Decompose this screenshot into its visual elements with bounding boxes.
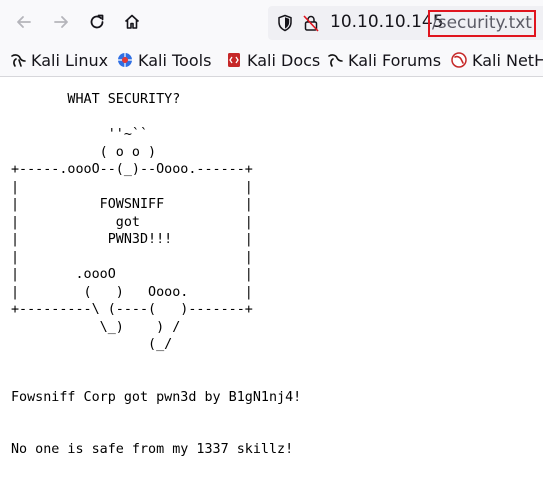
page-content: WHAT SECURITY? ''~`` ( o o ) +-----.oooO… <box>0 77 543 483</box>
url-bar[interactable]: 10.10.10.145 /security.txt <box>268 6 543 40</box>
forward-button[interactable] <box>47 8 75 36</box>
kali-tools-icon <box>118 53 132 67</box>
home-button[interactable] <box>118 8 146 36</box>
home-icon <box>124 14 140 29</box>
bookmarks-toolbar: Kali Linux Kali Tools Kali Docs Kali For… <box>0 44 543 77</box>
bookmark-kali-tools[interactable]: Kali Tools <box>117 50 211 70</box>
bookmark-kali-docs[interactable]: Kali Docs <box>226 50 320 70</box>
reload-icon <box>90 14 104 29</box>
forward-arrow-icon <box>54 16 68 28</box>
reload-button[interactable] <box>83 8 111 36</box>
bookmark-label: Kali Tools <box>138 50 212 70</box>
bookmark-kali-forums[interactable]: Kali Forums <box>327 50 441 70</box>
bookmark-label: Kali NetH <box>472 50 543 70</box>
url-path-highlighted: /security.txt <box>428 10 536 37</box>
insecure-lock-icon[interactable] <box>302 14 320 32</box>
browser-toolbar: 10.10.10.145 /security.txt <box>0 0 543 44</box>
bookmark-kali-linux[interactable]: Kali Linux <box>10 50 108 70</box>
bookmark-label: Kali Docs <box>247 50 321 70</box>
kali-forums-icon <box>328 54 343 67</box>
url-host: 10.10.10.145 <box>330 12 444 32</box>
back-button[interactable] <box>10 8 38 36</box>
kali-docs-icon <box>228 53 240 67</box>
kali-nethunter-icon <box>451 52 467 68</box>
back-arrow-icon <box>17 16 31 28</box>
bookmark-label: Kali Linux <box>31 50 109 70</box>
bookmark-label: Kali Forums <box>348 50 442 70</box>
bookmark-kali-nethunter[interactable]: Kali NetH <box>451 50 543 70</box>
kali-dragon-icon <box>11 54 26 67</box>
security-txt-text: WHAT SECURITY? ''~`` ( o o ) +-----.oooO… <box>11 92 302 457</box>
shield-icon[interactable] <box>276 14 294 32</box>
